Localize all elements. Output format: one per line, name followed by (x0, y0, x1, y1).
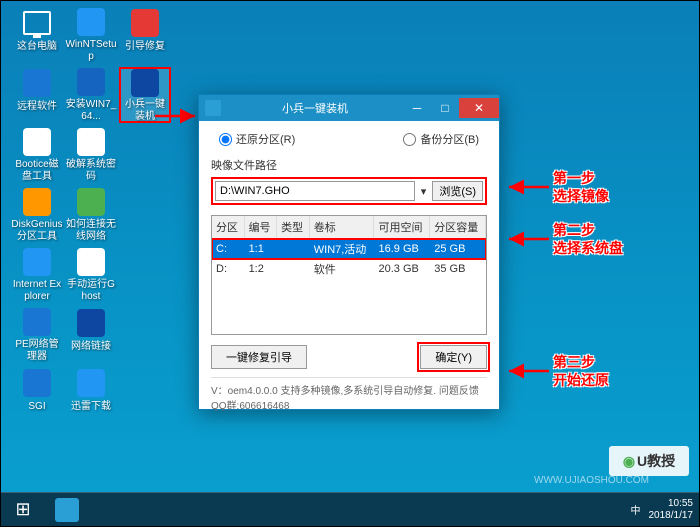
desktop-icon-xiaobing[interactable]: 小兵一键装机 (119, 67, 171, 123)
desktop-icon-pe-net[interactable]: PE网络管理器 (11, 307, 63, 363)
icon-label: PE网络管理器 (11, 339, 63, 363)
sgi-icon (21, 367, 53, 399)
winntsetup-icon (75, 7, 107, 37)
start-button[interactable]: ⊞ (1, 493, 45, 527)
table-row[interactable]: C:1:1WIN7,活动16.9 GB25 GB (212, 239, 486, 260)
desktop-icon-crack-pwd[interactable]: 破解系统密码 (65, 127, 117, 183)
remote-soft-icon (21, 67, 53, 99)
path-row: ▾ 浏览(S) (211, 177, 487, 205)
column-header[interactable]: 分区 (212, 216, 244, 239)
maximize-button[interactable]: □ (431, 98, 459, 118)
icon-label: 这台电脑 (17, 41, 57, 53)
system-tray[interactable]: 中 10:55 2018/1/17 (631, 498, 700, 522)
path-label: 映像文件路径 (211, 157, 487, 173)
column-header[interactable]: 卷标 (309, 216, 374, 239)
diskgenius-icon (21, 187, 53, 217)
icon-label: Bootice磁盘工具 (11, 159, 63, 183)
icon-label: 网络链接 (71, 341, 111, 353)
desktop-icon-this-pc[interactable]: 这台电脑 (11, 7, 63, 63)
icon-label: 如何连接无线网络 (65, 219, 117, 243)
icon-label: WinNTSetup (65, 39, 117, 63)
ime-indicator[interactable]: 中 (631, 502, 641, 517)
partition-table[interactable]: 分区编号类型卷标可用空间分区容量 C:1:1WIN7,活动16.9 GB25 G… (211, 215, 487, 335)
app-icon (205, 100, 221, 116)
desktop-icon-sgi[interactable]: SGI (11, 367, 63, 423)
column-header[interactable]: 分区容量 (430, 216, 486, 239)
icon-label: SGI (28, 401, 45, 413)
window-title: 小兵一键装机 (227, 100, 403, 116)
annotation-step1: 第一步 选择镜像 (553, 169, 609, 205)
desktop-icon-install[interactable]: 安装WIN7_64... (65, 67, 117, 123)
desktop-icon-ghost[interactable]: 手动运行Ghost (65, 247, 117, 303)
boot-repair-icon (129, 7, 161, 39)
brand-logo: ◉ U教授 (609, 446, 689, 476)
image-path-input[interactable] (215, 181, 415, 201)
dialog-footer: V：oem4.0.0.0 支持多种镜像,多系统引导自动修复. 问题反馈QQ群:6… (211, 377, 487, 412)
table-row[interactable]: D:1:2软件20.3 GB35 GB (212, 259, 486, 279)
browse-button[interactable]: 浏览(S) (432, 181, 483, 201)
repair-boot-button[interactable]: 一键修复引导 (211, 345, 307, 369)
column-header[interactable]: 编号 (244, 216, 277, 239)
icon-label: 手动运行Ghost (65, 279, 117, 303)
minimize-button[interactable]: ─ (403, 98, 431, 118)
desktop-icon-wifi-connect[interactable]: 如何连接无线网络 (65, 187, 117, 243)
icon-label: 远程软件 (17, 101, 57, 113)
xiaobing-icon (129, 69, 161, 97)
desktop-icon-xunlei[interactable]: 迅雷下载 (65, 367, 117, 423)
bootice-icon (21, 127, 53, 157)
watermark: WWW.UJIAOSHOU.COM (534, 475, 649, 486)
backup-radio[interactable]: 备份分区(B) (403, 131, 479, 147)
desktop-icon-remote-soft[interactable]: 远程软件 (11, 67, 63, 123)
annotation-step3: 第三步 开始还原 (553, 353, 609, 389)
desktop-icon-ie[interactable]: Internet Explorer (11, 247, 63, 303)
ok-button[interactable]: 确定(Y) (420, 345, 487, 369)
column-header[interactable]: 类型 (277, 216, 310, 239)
close-button[interactable]: ✕ (459, 98, 499, 118)
net-link-icon (75, 307, 107, 339)
this-pc-icon (21, 7, 53, 39)
icon-label: 迅雷下载 (71, 401, 111, 413)
icon-label: DiskGenius分区工具 (11, 219, 63, 243)
icon-label: Internet Explorer (11, 279, 63, 303)
task-item-app[interactable] (45, 493, 89, 527)
desktop-icon-bootice[interactable]: Bootice磁盘工具 (11, 127, 63, 183)
dropdown-icon[interactable]: ▾ (419, 181, 429, 201)
install-dialog: 小兵一键装机 ─ □ ✕ 还原分区(R) 备份分区(B) 映像文件路径 ▾ 浏览… (198, 94, 500, 410)
crack-pwd-icon (75, 127, 107, 157)
pe-net-icon (21, 307, 53, 337)
wifi-connect-icon (75, 187, 107, 217)
icon-label: 引导修复 (125, 41, 165, 53)
annotation-step2: 第二步 选择系统盘 (553, 221, 623, 257)
desktop-icon-diskgenius[interactable]: DiskGenius分区工具 (11, 187, 63, 243)
icon-label: 小兵一键装机 (121, 99, 169, 123)
install-icon (75, 67, 107, 97)
taskbar: ⊞ 中 10:55 2018/1/17 (1, 492, 699, 526)
desktop-icon-winntsetup[interactable]: WinNTSetup (65, 7, 117, 63)
icon-label: 破解系统密码 (65, 159, 117, 183)
titlebar[interactable]: 小兵一键装机 ─ □ ✕ (199, 95, 499, 121)
desktop-icon-boot-repair[interactable]: 引导修复 (119, 7, 171, 63)
xunlei-icon (75, 367, 107, 399)
desktop-icon-net-link[interactable]: 网络链接 (65, 307, 117, 363)
clock[interactable]: 10:55 2018/1/17 (649, 498, 694, 522)
ghost-icon (75, 247, 107, 277)
icon-label: 安装WIN7_64... (65, 99, 117, 123)
column-header[interactable]: 可用空间 (374, 216, 430, 239)
restore-radio[interactable]: 还原分区(R) (219, 131, 295, 147)
ie-icon (21, 247, 53, 277)
